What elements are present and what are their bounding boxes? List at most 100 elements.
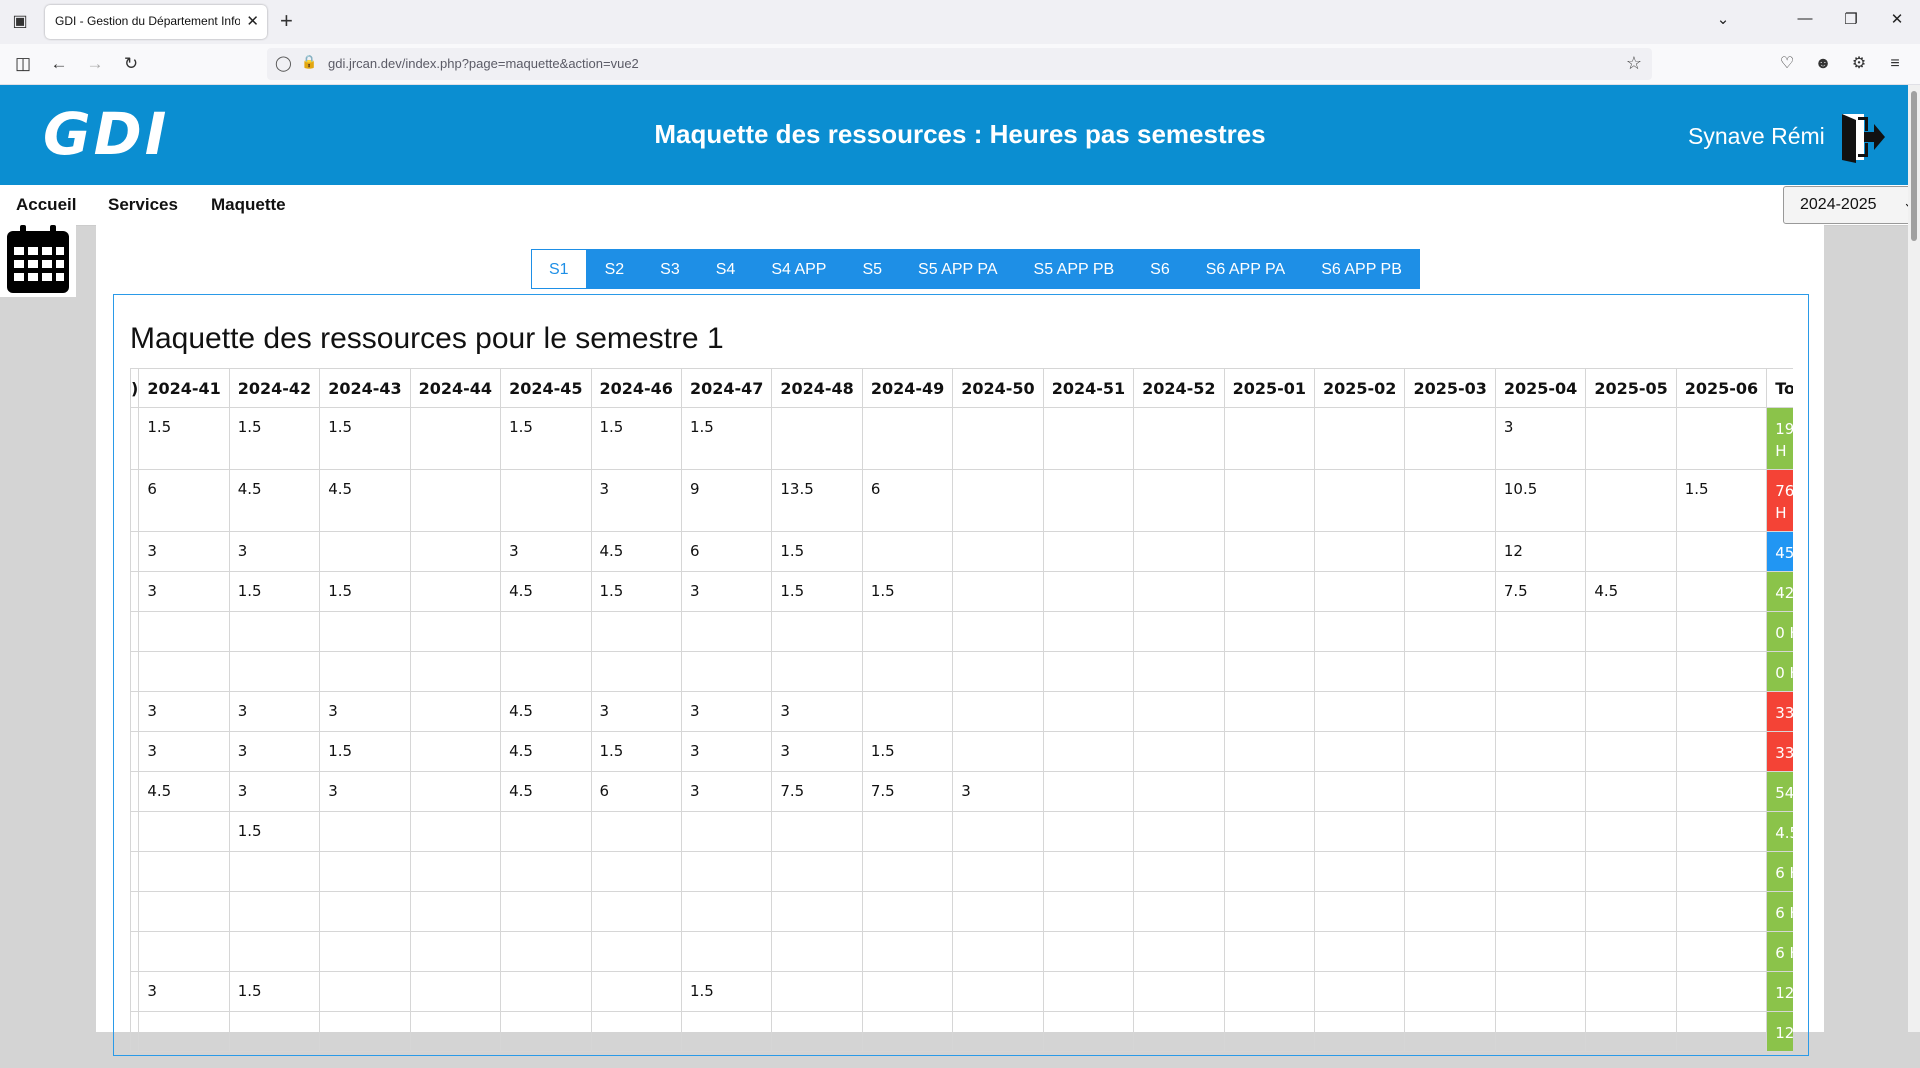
tab-s3[interactable]: S3 [642,249,698,289]
table-cell: 7.5 [861,771,954,812]
tab-s6-app-pb[interactable]: S6 APP PB [1303,249,1420,289]
pocket-icon[interactable]: ♡ [1776,53,1798,75]
menu-accueil[interactable]: Accueil [16,195,76,215]
forward-icon[interactable]: → [84,53,106,75]
table-cell [500,651,592,692]
table-cell [319,971,411,1012]
table-cell [1133,611,1225,652]
logout-icon[interactable] [1838,111,1886,163]
table-cell [409,469,502,532]
table-cell: 3 [680,771,773,812]
back-icon[interactable]: ← [48,53,70,75]
table-cell: 3 [319,691,411,732]
new-tab-icon[interactable]: + [280,9,293,33]
table-scroll-area[interactable]: ) 2024-41 2024-42 2024-43 2024-44 2024-45 2024… [130,368,1793,1068]
table-header-row: ) 2024-41 2024-42 2024-43 2024-44 2024-45 2024… [130,368,1793,408]
table-cell [952,407,1044,470]
column-header[interactable]: 2025-02 [1313,368,1406,408]
browser-tab[interactable]: GDI - Gestion du Département Informatiqu… [45,5,267,39]
table-cell [1404,771,1496,812]
page-scrollbar[interactable] [1908,85,1920,1032]
column-header[interactable]: 2024-51 [1042,368,1135,408]
table-cell: 7.5 [1494,571,1587,612]
shield-icon[interactable]: ◯ [275,54,292,72]
tab-list-icon[interactable]: ▣ [9,11,31,33]
tab-s5-app-pa[interactable]: S5 APP PA [900,249,1016,289]
table-cell [1313,469,1406,532]
table-cell: 1.5 [228,971,321,1012]
semester-tabs: S1 S2 S3 S4 S4 APP S5 S5 APP PA S5 APP PB S6 S6 A… [531,249,1420,289]
column-header[interactable]: 2024-52 [1133,368,1225,408]
column-header[interactable]: 2025-05 [1585,368,1677,408]
menu-icon[interactable]: ≡ [1884,53,1906,75]
tab-s6-app-pa[interactable]: S6 APP PA [1187,249,1304,289]
close-tab-icon[interactable]: ✕ [246,12,259,30]
year-select[interactable]: 2024-2025 ⌄ [1783,186,1919,224]
column-header[interactable]: 2024-50 [952,368,1044,408]
column-header[interactable]: 2025-01 [1223,368,1316,408]
total-cell: 33 H [1766,691,1793,732]
table-cell: 1.5 [590,407,682,470]
account-icon[interactable]: ☻ [1812,53,1834,75]
table-cell [1223,971,1316,1012]
url-text[interactable]: gdi.jrcan.dev/index.php?page=maquette&ac… [328,56,639,71]
scrollbar-thumb[interactable] [1911,91,1917,241]
table-cell: 4.5 [500,571,592,612]
column-header[interactable]: 2024-48 [771,368,863,408]
table-cell [1133,469,1225,532]
column-header[interactable]: 2024-41 [138,368,230,408]
column-header[interactable]: 2024-45 [500,368,592,408]
url-bar[interactable]: ◯ 🔒 gdi.jrcan.dev/index.php?page=maquett… [267,48,1652,80]
bookmark-star-icon[interactable]: ☆ [1626,53,1642,74]
column-header[interactable]: 2024-43 [319,368,411,408]
lock-icon[interactable]: 🔒 [301,54,317,70]
extensions-icon[interactable]: ⚙ [1848,53,1870,75]
table-cell [1133,771,1225,812]
close-window-icon[interactable]: ✕ [1882,10,1912,28]
table-cell [1675,771,1768,812]
tab-s4[interactable]: S4 [697,249,754,289]
table-cell [861,851,954,892]
table-cell: 3 [138,731,230,772]
column-header[interactable]: 2024-47 [680,368,773,408]
table-cell [861,531,954,572]
browser-tabbar: ▣ GDI - Gestion du Département Informati… [0,0,1920,44]
calendar-button[interactable] [0,225,76,297]
total-cell: 4.5 H [1766,811,1793,852]
tab-s1[interactable]: S1 [531,249,587,289]
panel-title: Maquette des ressources pour le semestre… [130,322,724,355]
column-header[interactable]: 2024-46 [590,368,682,408]
table-cell [1585,851,1677,892]
tab-s5[interactable]: S5 [844,249,901,289]
table-cell: 4.5 [500,771,592,812]
sidebar-toggle-icon[interactable]: ◫ [12,53,34,75]
column-header[interactable]: Total [1766,368,1793,408]
tab-s4-app[interactable]: S4 APP [753,249,845,289]
total-cell: 6 H [1766,851,1793,892]
column-header[interactable]: 2024-44 [409,368,502,408]
column-header[interactable]: 2025-06 [1675,368,1768,408]
table-cell [130,851,140,892]
tab-s5-app-pb[interactable]: S5 APP PB [1015,249,1133,289]
list-all-tabs-icon[interactable]: ⌄ [1708,10,1738,28]
table-cell: 3 [771,731,863,772]
table-cell: 3 [228,691,321,732]
app-header: GDI Maquette des ressources : Heures pas… [0,85,1908,185]
table-cell [1042,611,1135,652]
column-header[interactable]: 2024-42 [228,368,321,408]
reload-icon[interactable]: ↻ [120,53,142,75]
column-header[interactable]: 2025-03 [1404,368,1496,408]
menu-maquette[interactable]: Maquette [211,195,286,215]
table-cell [1404,811,1496,852]
menu-services[interactable]: Services [108,195,178,215]
table-cell [1313,407,1406,470]
table-cell: 4.5 [319,469,411,532]
minimize-icon[interactable]: — [1790,10,1820,27]
table-cell [409,931,502,972]
restore-icon[interactable]: ❐ [1836,10,1866,28]
tab-s6[interactable]: S6 [1132,249,1188,289]
column-header[interactable]: 2024-49 [861,368,954,408]
tab-s2[interactable]: S2 [586,249,643,289]
column-header[interactable]: 2025-04 [1494,368,1587,408]
table-cell: 3 [680,691,773,732]
